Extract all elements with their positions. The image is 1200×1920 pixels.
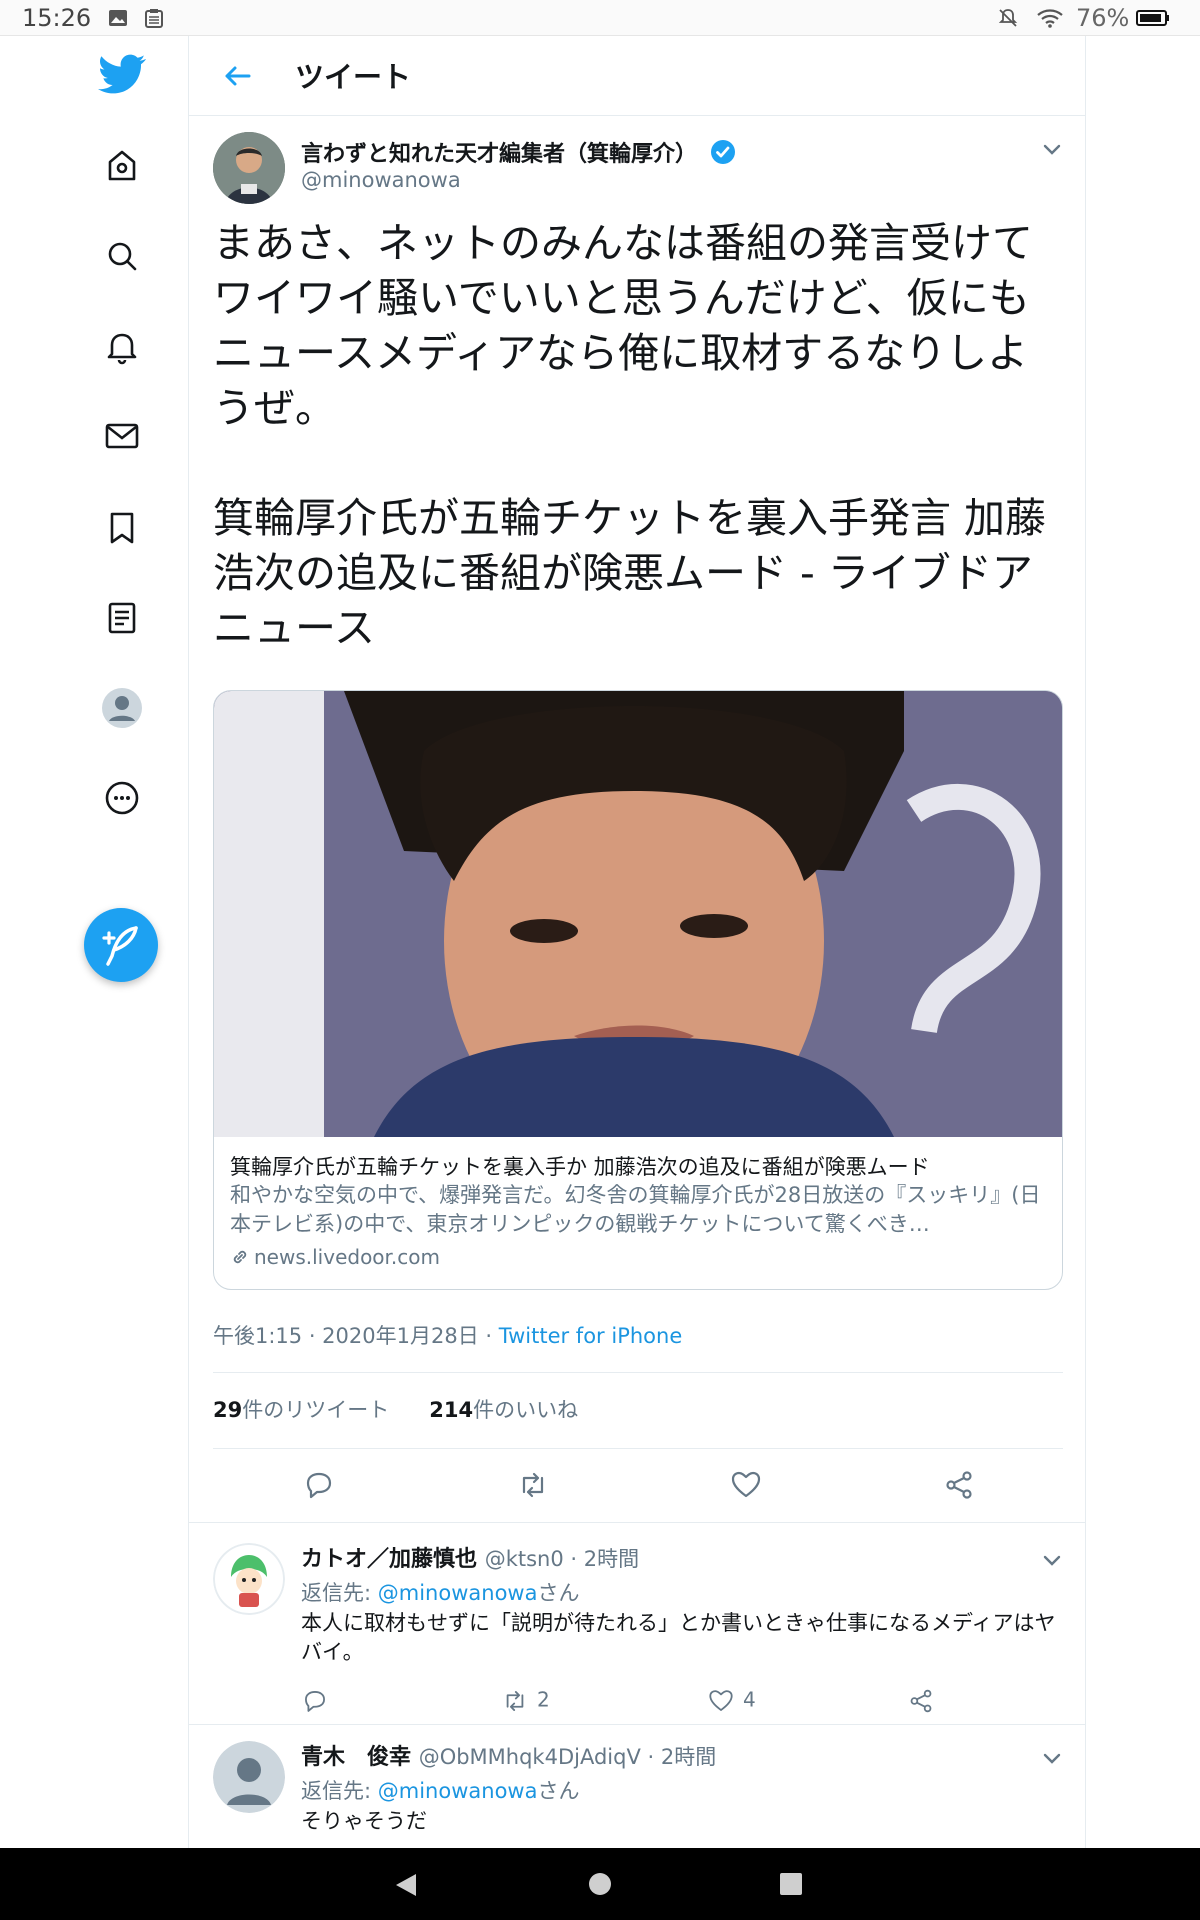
notifications-off-icon xyxy=(998,9,1018,27)
retweet-icon[interactable] xyxy=(516,1468,550,1502)
link-icon xyxy=(233,1250,247,1264)
tweet-timestamp: 午後1:15 · 2020年1月28日 · Twitter for iPhone xyxy=(213,1320,682,1350)
tweet-stats: 29件のリツイート 214件のいいね xyxy=(213,1394,578,1424)
back-nav-icon[interactable] xyxy=(394,1872,418,1898)
divider xyxy=(213,1448,1063,1449)
wifi-icon xyxy=(1037,9,1063,28)
share-icon[interactable] xyxy=(942,1468,976,1502)
reply-to-line: 返信先: @minowanowaさん xyxy=(301,1775,579,1805)
reply-icon xyxy=(305,1691,325,1712)
compose-tweet-button[interactable] xyxy=(84,908,158,982)
retweet-icon xyxy=(506,1691,524,1711)
card-domain: news.livedoor.com xyxy=(230,1245,440,1269)
reply-author[interactable]: カトオ／加藤慎也 @ktsn0 · 2時間 xyxy=(301,1541,639,1573)
reply-menu-chevron-icon[interactable] xyxy=(1039,1547,1065,1573)
author-avatar[interactable] xyxy=(213,132,285,204)
reply-share-button[interactable] xyxy=(907,1687,943,1715)
bookmarks-icon[interactable] xyxy=(98,504,146,552)
page-title: ツイート xyxy=(295,60,412,94)
retweet-label: 件のリツイート xyxy=(242,1398,390,1422)
tweet-text: まあさ、ネットのみんなは番組の発言受けて ワイワイ騒いでいいと思うんだけど、仮に… xyxy=(213,219,1047,652)
reply-to-line: 返信先: @minowanowaさん xyxy=(301,1577,579,1607)
like-icon xyxy=(709,1690,733,1711)
status-bar: 15:26 76% xyxy=(0,0,1200,36)
reply-retweet-count: 2 xyxy=(537,1687,550,1712)
divider xyxy=(213,1372,1063,1373)
home-icon[interactable] xyxy=(98,142,146,190)
status-time: 15:26 xyxy=(22,4,92,32)
retweet-count: 29 xyxy=(213,1398,243,1422)
card-description: 和やかな空気の中で、爆弾発言だ。幻冬舎の箕輪厚介氏が28日放送の『スッキリ』(日… xyxy=(230,1183,1041,1236)
home-nav-icon[interactable] xyxy=(588,1872,612,1896)
reply-avatar[interactable] xyxy=(213,1741,285,1813)
reply-to-suffix: さん xyxy=(537,1581,580,1605)
reply-like-button[interactable]: 4 xyxy=(707,1687,756,1715)
clipboard-icon xyxy=(145,9,163,28)
like-count: 214 xyxy=(429,1398,474,1422)
like-icon[interactable] xyxy=(729,1468,763,1502)
card-image xyxy=(214,691,1062,1137)
reply-text: そりゃそうだ xyxy=(301,1809,427,1833)
page-header: ツイート xyxy=(189,36,1085,116)
share-icon xyxy=(910,1689,932,1713)
reply-to-prefix: 返信先: xyxy=(301,1779,378,1803)
retweet-stat[interactable]: 29件のリツイート xyxy=(213,1398,389,1422)
reply-author-name: カトオ／加藤慎也 xyxy=(301,1547,478,1572)
reply-to-prefix: 返信先: xyxy=(301,1581,378,1605)
sidebar xyxy=(0,36,189,1848)
card-title: 箕輪厚介氏が五輪チケットを裏入手か 加藤浩次の追及に番組が険悪ムード xyxy=(230,1155,930,1179)
lists-icon[interactable] xyxy=(98,594,146,642)
android-nav-bar xyxy=(0,1848,1200,1920)
reply-icon[interactable] xyxy=(302,1468,336,1502)
search-icon[interactable] xyxy=(98,232,146,280)
reply-like-count: 4 xyxy=(743,1687,756,1712)
like-label: 件のいいね xyxy=(473,1398,579,1422)
reply-menu-chevron-icon[interactable] xyxy=(1039,1745,1065,1771)
verified-badge-icon xyxy=(711,140,735,164)
battery-icon xyxy=(1136,10,1169,26)
compose-feather-icon xyxy=(102,926,138,966)
tweet-source-link[interactable]: Twitter for iPhone xyxy=(499,1324,683,1348)
author-display-name[interactable]: 言わずと知れた天才編集者（箕輪厚介） xyxy=(301,136,697,168)
reply-to-mention[interactable]: @minowanowa xyxy=(378,1581,538,1605)
more-icon[interactable] xyxy=(98,774,146,822)
timestamp-text: 午後1:15 · 2020年1月28日 · xyxy=(213,1324,499,1348)
reply-reply-button[interactable] xyxy=(301,1687,337,1715)
reply-author[interactable]: 青木 俊幸 @ObMMhqk4DjAdiqV · 2時間 xyxy=(301,1739,716,1771)
reply-author-name: 青木 俊幸 xyxy=(301,1745,412,1770)
profile-icon[interactable] xyxy=(98,684,146,732)
author-handle[interactable]: @minowanowa xyxy=(301,168,461,192)
reply-author-handle: @ktsn0 · 2時間 xyxy=(484,1547,640,1571)
reply-tweet[interactable]: 青木 俊幸 @ObMMhqk4DjAdiqV · 2時間 返信先: @minow… xyxy=(189,1724,1085,1848)
reply-author-handle: @ObMMhqk4DjAdiqV · 2時間 xyxy=(418,1745,717,1769)
reply-text: 本人に取材もせずに「説明が待たれる」とか書いときゃ仕事になるメディアはヤバイ。 xyxy=(301,1611,1056,1664)
battery-percent: 76% xyxy=(1076,4,1130,32)
link-preview-card[interactable]: 箕輪厚介氏が五輪チケットを裏入手か 加藤浩次の追及に番組が険悪ムード 和やかな空… xyxy=(213,690,1063,1290)
like-stat[interactable]: 214件のいいね xyxy=(429,1398,578,1422)
tweet-menu-chevron-icon[interactable] xyxy=(1039,136,1065,162)
card-domain-text: news.livedoor.com xyxy=(254,1245,440,1269)
twitter-logo-icon[interactable] xyxy=(98,50,146,98)
reply-to-suffix: さん xyxy=(537,1779,580,1803)
main-column: ツイート 言わずと知れた天才編集者（箕輪厚介） @minowanowa まあさ、… xyxy=(189,36,1086,1848)
reply-retweet-button[interactable]: 2 xyxy=(501,1687,550,1715)
reply-avatar[interactable] xyxy=(213,1543,285,1615)
image-icon xyxy=(109,10,127,26)
reply-to-mention[interactable]: @minowanowa xyxy=(378,1779,538,1803)
messages-icon[interactable] xyxy=(98,412,146,460)
recents-nav-icon[interactable] xyxy=(780,1873,802,1895)
back-arrow-icon[interactable] xyxy=(219,58,255,94)
notifications-icon[interactable] xyxy=(98,322,146,370)
